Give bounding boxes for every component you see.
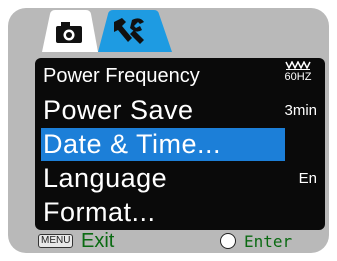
tab-camera[interactable] [36, 8, 102, 52]
frequency-value-text: 60HZ [284, 71, 312, 83]
menu-item-power-save[interactable]: Power Save 3min [41, 94, 319, 127]
camera-settings-screen: Power Frequency 60HZ Power Save 3min Dat… [8, 8, 329, 253]
footer-hints: MENU Exit Enter [8, 230, 329, 253]
menu-item-power-frequency[interactable]: Power Frequency 60HZ [41, 60, 319, 93]
menu-item-label: Date & Time... [43, 129, 222, 159]
menu-item-label: Power Save [43, 95, 194, 125]
menu-item-value: En [298, 170, 317, 187]
frequency-value: 60HZ [279, 61, 317, 83]
exit-label[interactable]: Exit [81, 230, 114, 253]
enter-button-icon [220, 233, 236, 249]
menu-item-label: Language [43, 163, 168, 193]
menu-item-label: Power Frequency [43, 65, 200, 87]
tab-settings[interactable] [96, 8, 174, 52]
menu-item-label: Format... [43, 197, 156, 227]
menu-item-language[interactable]: Language En [41, 162, 319, 195]
settings-menu: Power Frequency 60HZ Power Save 3min Dat… [35, 58, 325, 230]
enter-label[interactable]: Enter [244, 232, 292, 251]
menu-item-format[interactable]: Format... [41, 196, 319, 229]
menu-item-value: 3min [284, 102, 317, 119]
wave-icon [285, 61, 311, 70]
menu-button-hint: MENU [38, 234, 74, 248]
menu-item-date-time[interactable]: Date & Time... [41, 128, 285, 161]
